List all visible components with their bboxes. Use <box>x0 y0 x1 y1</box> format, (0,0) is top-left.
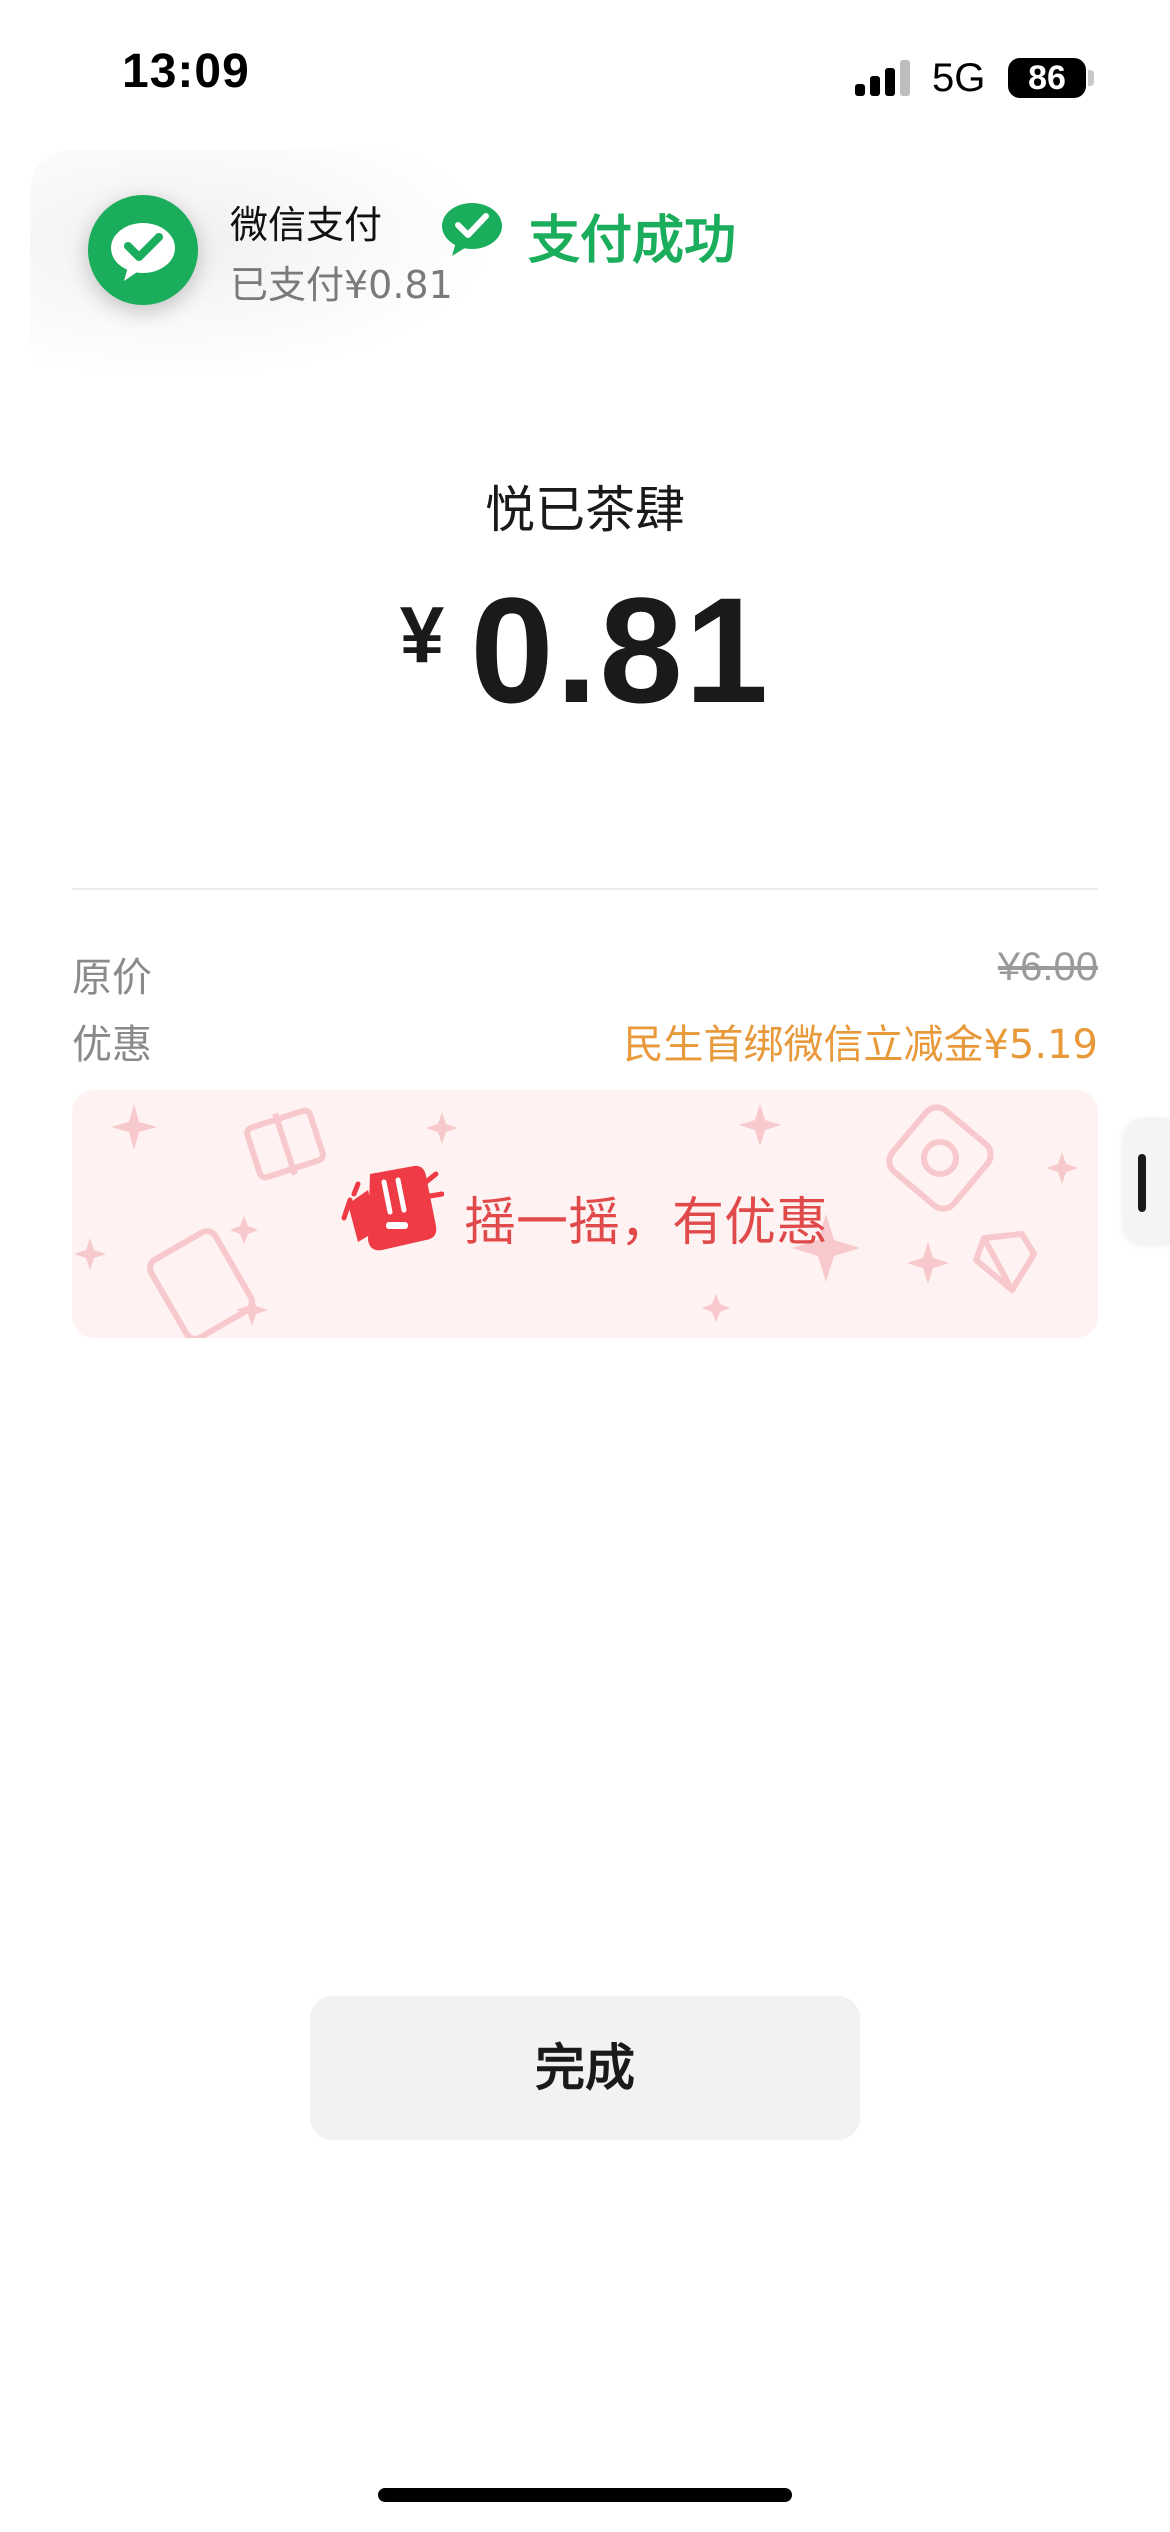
amount-value: 0.81 <box>470 566 771 734</box>
currency-symbol: ¥ <box>399 590 445 679</box>
divider <box>72 888 1098 890</box>
original-price-value: ¥6.00 <box>997 945 1098 989</box>
merchant-name: 悦已茶肆 <box>485 481 685 539</box>
home-indicator[interactable] <box>378 2488 792 2502</box>
wechat-pay-check-icon <box>440 200 504 258</box>
discount-value: 民生首绑微信立减金¥5.19 <box>623 1022 1098 1068</box>
status-time: 13:09 <box>122 45 250 98</box>
wechat-pay-icon[interactable] <box>88 195 198 305</box>
cellular-signal-icon <box>855 56 911 96</box>
notification-message: 已支付¥0.81 <box>230 263 453 307</box>
handle-grip <box>1138 1154 1146 1212</box>
discount-label: 优惠 <box>72 1022 152 1068</box>
notification-app-name: 微信支付 <box>230 203 383 247</box>
battery-level: 86 <box>1008 58 1086 98</box>
battery-cap <box>1088 70 1094 86</box>
side-drawer-handle[interactable] <box>1124 1118 1170 1246</box>
payment-success-title: 支付成功 <box>528 211 737 271</box>
network-type: 5G <box>932 56 986 100</box>
done-button[interactable]: 完成 <box>310 1996 860 2140</box>
shake-promo-text: 摇一摇，有优惠 <box>464 1193 829 1253</box>
shake-hand-icon <box>340 1160 445 1260</box>
original-price-label: 原价 <box>72 955 152 1001</box>
payment-amount: ¥0.81 <box>0 575 1170 725</box>
